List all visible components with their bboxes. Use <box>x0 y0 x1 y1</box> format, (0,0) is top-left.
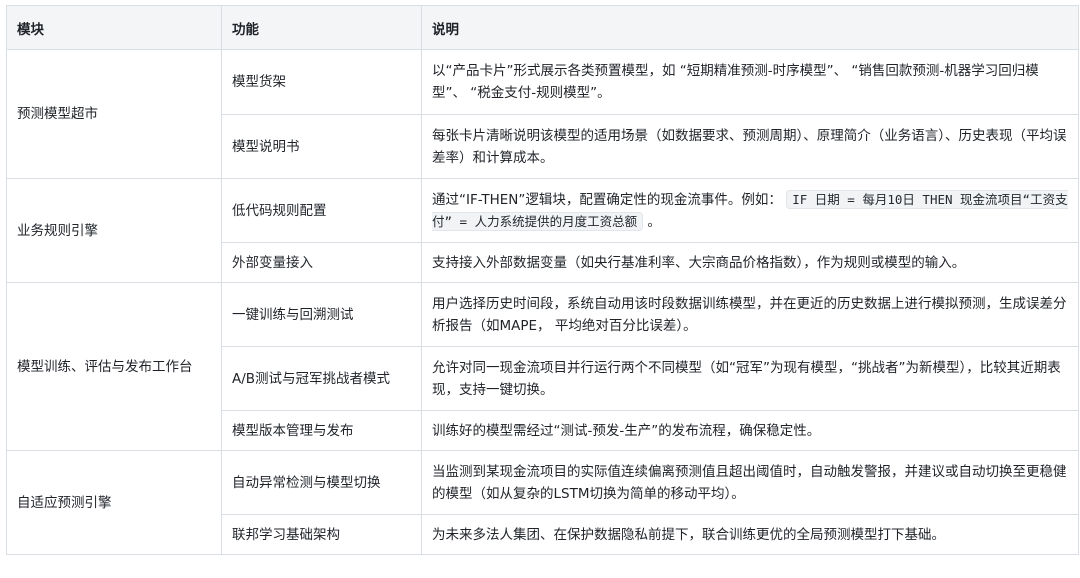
feature-table: 模块 功能 说明 预测模型超市 模型货架 以“产品卡片”形式展示各类预置模型，如… <box>6 5 1079 555</box>
description-cell: 用户选择历史时间段，系统自动用该时段数据训练模型，并在更近的历史数据上进行模拟预… <box>421 282 1079 347</box>
description-text-end: 。 <box>647 213 661 230</box>
description-cell: 每张卡片清晰说明该模型的适用场景（如数据要求、预测周期）、原理简介（业务语言）、… <box>421 114 1079 179</box>
table-row: 预测模型超市 模型货架 以“产品卡片”形式展示各类预置模型，如 “短期精准预测-… <box>6 49 1079 179</box>
module-cell: 业务规则引擎 <box>6 178 222 283</box>
table-body: 预测模型超市 模型货架 以“产品卡片”形式展示各类预置模型，如 “短期精准预测-… <box>6 49 1079 555</box>
feature-cell: 一键训练与回溯测试 <box>221 282 422 347</box>
description-cell: 通过“IF-THEN”逻辑块，配置确定性的现金流事件。例如： IF 日期 = 每… <box>421 178 1079 243</box>
header-module: 模块 <box>6 5 222 50</box>
description-cell: 支持接入外部数据变量（如央行基准利率、大宗商品价格指数），作为规则或模型的输入。 <box>421 242 1079 283</box>
table-header: 模块 功能 说明 <box>6 5 1079 50</box>
description-cell: 当监测到某现金流项目的实际值连续偏离预测值且超出阈值时，自动触发警报，并建议或自… <box>421 450 1079 515</box>
description-text: 通过“IF-THEN”逻辑块，配置确定性的现金流事件。例如： <box>432 191 782 208</box>
header-feature: 功能 <box>221 5 422 50</box>
description-cell: 以“产品卡片”形式展示各类预置模型，如 “短期精准预测-时序模型”、 “销售回款… <box>421 49 1079 115</box>
feature-cell: 模型说明书 <box>221 114 422 179</box>
feature-cell: 模型货架 <box>221 49 422 115</box>
page: 模块 功能 说明 预测模型超市 模型货架 以“产品卡片”形式展示各类预置模型，如… <box>0 0 1080 578</box>
table-row: 模型训练、评估与发布工作台 一键训练与回溯测试 用户选择历史时间段，系统自动用该… <box>6 282 1079 451</box>
module-cell: 模型训练、评估与发布工作台 <box>6 282 222 451</box>
module-cell: 预测模型超市 <box>6 49 222 179</box>
description-cell: 训练好的模型需经过“测试-预发-生产”的发布流程，确保稳定性。 <box>421 410 1079 451</box>
header-description: 说明 <box>421 5 1079 50</box>
description-cell: 允许对同一现金流项目并行运行两个不同模型（如“冠军”为现有模型，“挑战者”为新模… <box>421 346 1079 411</box>
header-row: 模块 功能 说明 <box>6 5 1079 50</box>
feature-cell: 低代码规则配置 <box>221 178 422 243</box>
description-cell: 为未来多法人集团、在保护数据隐私前提下，联合训练更优的全局预测模型打下基础。 <box>421 514 1079 555</box>
table-row: 自适应预测引擎 自动异常检测与模型切换 当监测到某现金流项目的实际值连续偏离预测… <box>6 450 1079 555</box>
module-cell: 自适应预测引擎 <box>6 450 222 555</box>
feature-cell: 自动异常检测与模型切换 <box>221 450 422 515</box>
feature-cell: 模型版本管理与发布 <box>221 410 422 451</box>
feature-cell: 外部变量接入 <box>221 242 422 283</box>
table-row: 业务规则引擎 低代码规则配置 通过“IF-THEN”逻辑块，配置确定性的现金流事… <box>6 178 1079 283</box>
feature-cell: 联邦学习基础架构 <box>221 514 422 555</box>
feature-cell: A/B测试与冠军挑战者模式 <box>221 346 422 411</box>
